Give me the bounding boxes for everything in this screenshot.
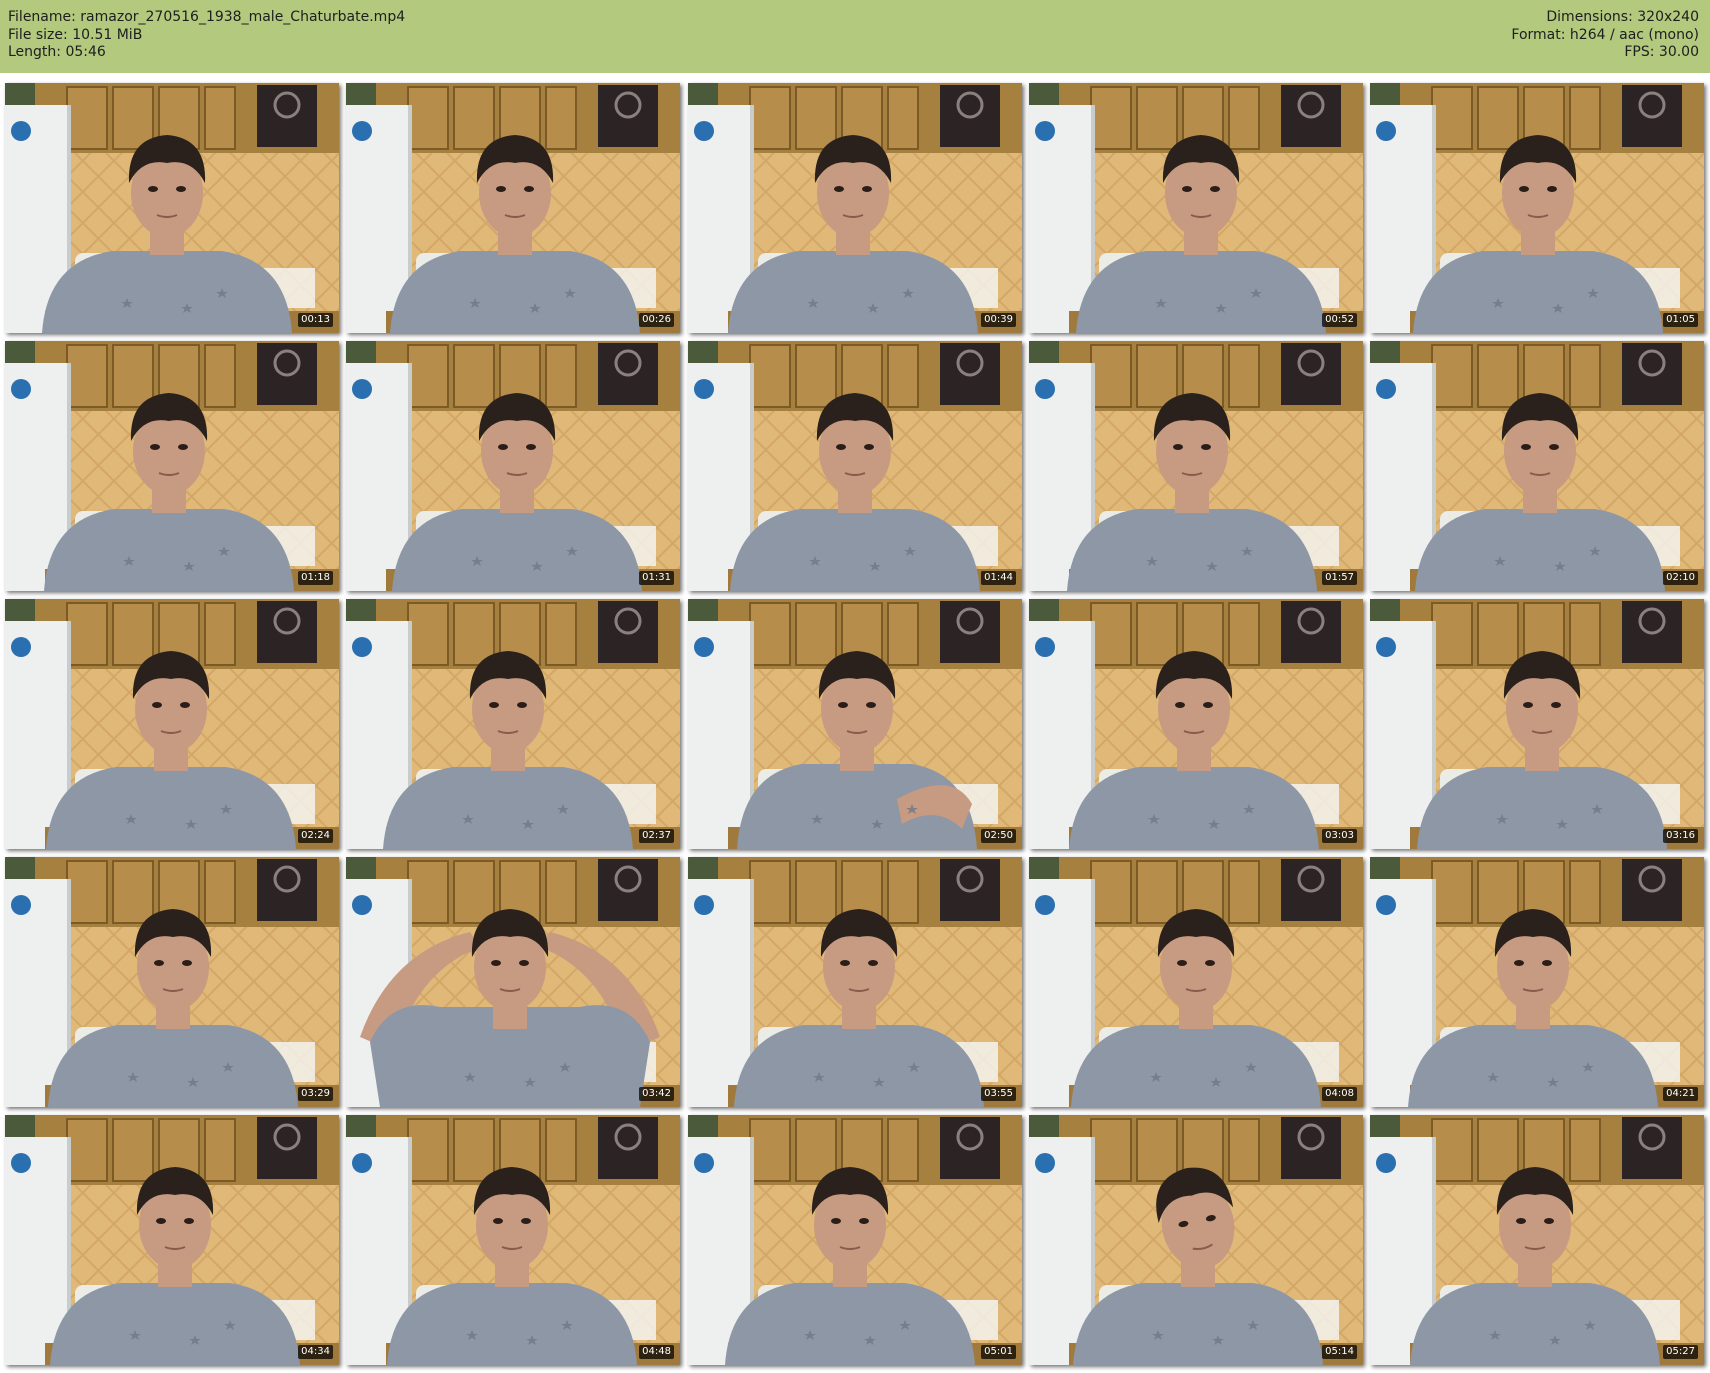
- video-thumbnail: 01:31: [346, 341, 680, 591]
- timestamp-label: 01:57: [1322, 571, 1357, 585]
- video-thumbnail: 05:01: [688, 1115, 1022, 1365]
- timestamp-label: 00:13: [298, 313, 333, 327]
- video-thumbnail: 04:34: [5, 1115, 339, 1365]
- video-thumbnail: 01:57: [1029, 341, 1363, 591]
- webcam-frame-image: [346, 599, 680, 849]
- webcam-frame-image: [5, 1115, 339, 1365]
- webcam-frame-image: [688, 1115, 1022, 1365]
- timestamp-label: 02:50: [981, 829, 1016, 843]
- webcam-frame-image: [1370, 1115, 1704, 1365]
- timestamp-label: 05:27: [1663, 1345, 1698, 1359]
- video-thumbnail: 00:26: [346, 83, 680, 333]
- video-thumbnail: 03:29: [5, 857, 339, 1107]
- timestamp-label: 02:10: [1663, 571, 1698, 585]
- video-thumbnail: 05:27: [1370, 1115, 1704, 1365]
- timestamp-label: 02:24: [298, 829, 333, 843]
- timestamp-label: 04:21: [1663, 1087, 1698, 1101]
- video-thumbnail: 02:50: [688, 599, 1022, 849]
- timestamp-label: 00:26: [639, 313, 674, 327]
- timestamp-label: 01:18: [298, 571, 333, 585]
- webcam-frame-image: [5, 341, 339, 591]
- timestamp-label: 03:42: [639, 1087, 674, 1101]
- video-thumbnail: 02:37: [346, 599, 680, 849]
- timestamp-label: 03:29: [298, 1087, 333, 1101]
- timestamp-label: 03:03: [1322, 829, 1357, 843]
- video-thumbnail: 00:52: [1029, 83, 1363, 333]
- timestamp-label: 01:44: [981, 571, 1016, 585]
- video-thumbnail: 02:24: [5, 599, 339, 849]
- webcam-frame-image: [1370, 599, 1704, 849]
- video-thumbnail: 03:03: [1029, 599, 1363, 849]
- video-thumbnail: 00:39: [688, 83, 1022, 333]
- webcam-frame-image: [1029, 341, 1363, 591]
- webcam-frame-image: [1029, 599, 1363, 849]
- webcam-frame-image: [1370, 341, 1704, 591]
- timestamp-label: 03:16: [1663, 829, 1698, 843]
- video-thumbnail: 01:18: [5, 341, 339, 591]
- webcam-frame-image: [346, 1115, 680, 1365]
- timestamp-label: 00:52: [1322, 313, 1357, 327]
- timestamp-label: 01:05: [1663, 313, 1698, 327]
- timestamp-label: 04:48: [639, 1345, 674, 1359]
- webcam-frame-image: [1029, 83, 1363, 333]
- timestamp-label: 02:37: [639, 829, 674, 843]
- webcam-frame-image: [1370, 83, 1704, 333]
- thumbnail-grid: 00:13 00:26 00:39 00:52 01:05 01:18 01:3…: [0, 0, 1710, 1373]
- video-thumbnail: 04:48: [346, 1115, 680, 1365]
- timestamp-label: 05:14: [1322, 1345, 1357, 1359]
- video-thumbnail: 03:55: [688, 857, 1022, 1107]
- video-thumbnail: 04:21: [1370, 857, 1704, 1107]
- timestamp-label: 04:08: [1322, 1087, 1357, 1101]
- video-thumbnail: 01:44: [688, 341, 1022, 591]
- webcam-frame-image: [5, 599, 339, 849]
- video-thumbnail: 04:08: [1029, 857, 1363, 1107]
- timestamp-label: 00:39: [981, 313, 1016, 327]
- video-thumbnail: 01:05: [1370, 83, 1704, 333]
- webcam-frame-image: [346, 83, 680, 333]
- webcam-frame-image: [688, 341, 1022, 591]
- video-thumbnail: 00:13: [5, 83, 339, 333]
- webcam-frame-image: [1029, 857, 1363, 1107]
- timestamp-label: 03:55: [981, 1087, 1016, 1101]
- timestamp-label: 04:34: [298, 1345, 333, 1359]
- video-thumbnail: 02:10: [1370, 341, 1704, 591]
- video-thumbnail: 05:14: [1029, 1115, 1363, 1365]
- webcam-frame-image: [688, 857, 1022, 1107]
- webcam-frame-image: [1370, 857, 1704, 1107]
- webcam-frame-image: [5, 857, 339, 1107]
- webcam-frame-image: [346, 857, 680, 1107]
- timestamp-label: 01:31: [639, 571, 674, 585]
- webcam-frame-image: [688, 83, 1022, 333]
- webcam-frame-image: [688, 599, 1022, 849]
- webcam-frame-image: [346, 341, 680, 591]
- video-thumbnail: 03:42: [346, 857, 680, 1107]
- webcam-frame-image: [1029, 1115, 1363, 1365]
- video-thumbnail: 03:16: [1370, 599, 1704, 849]
- timestamp-label: 05:01: [981, 1345, 1016, 1359]
- webcam-frame-image: [5, 83, 339, 333]
